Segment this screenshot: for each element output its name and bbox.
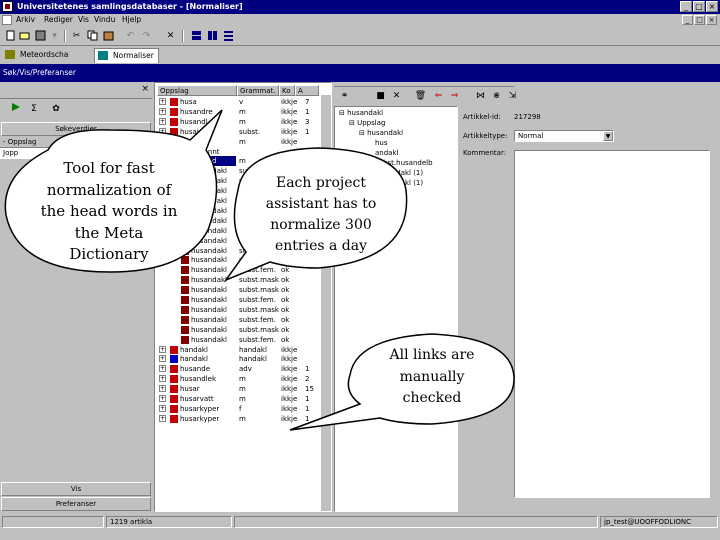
callout-text-tool: Tool for fast normalization of the head … — [40, 159, 178, 263]
callout-text-assistant: Each project assistant has to normalize … — [265, 175, 377, 254]
callout-bubbles — [4, 109, 515, 431]
callout-text-links: All links are manually checked — [389, 347, 475, 406]
